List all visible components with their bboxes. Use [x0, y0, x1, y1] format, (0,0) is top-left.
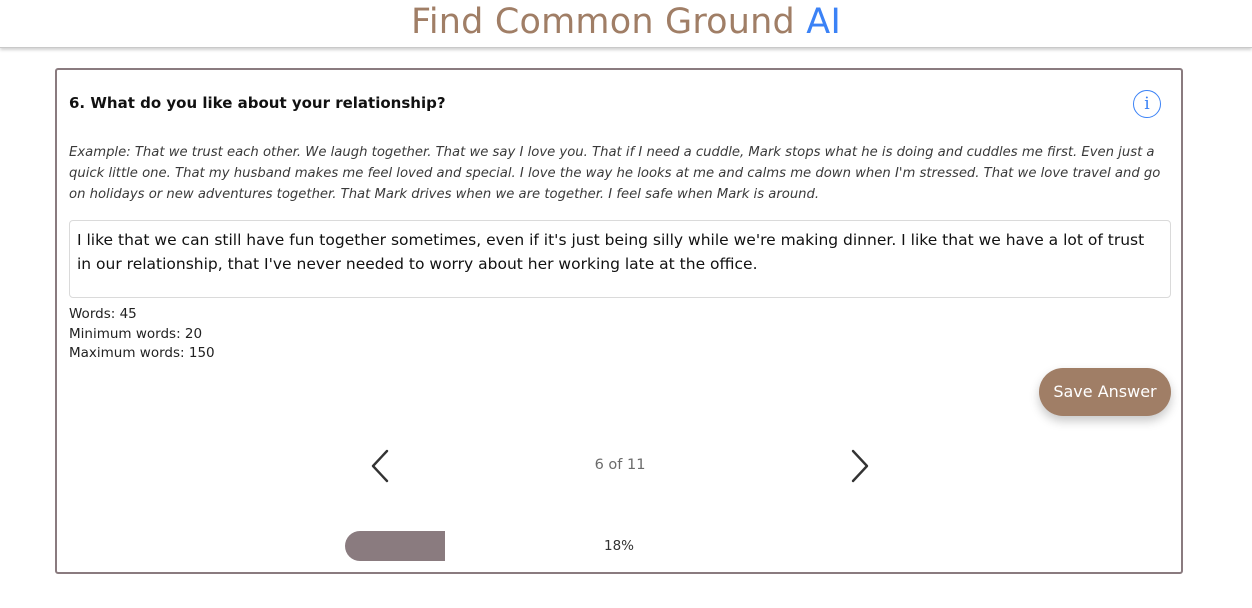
progress-fill [345, 531, 445, 561]
minimum-words: Minimum words: 20 [69, 325, 203, 342]
progress-bar [345, 531, 545, 561]
question-title: 6. What do you like about your relations… [69, 94, 446, 112]
brand-title-ai: AI [806, 2, 841, 42]
answer-textarea[interactable]: I like that we can still have fun togeth… [69, 220, 1171, 298]
info-icon[interactable]: i [1133, 90, 1161, 118]
brand-title-main: Find Common Ground [411, 2, 795, 42]
maximum-words: Maximum words: 150 [69, 345, 215, 361]
app-header: Find Common Ground AI [0, 0, 1252, 48]
chevron-left-icon[interactable] [365, 448, 395, 484]
chevron-right-icon[interactable] [845, 448, 875, 484]
brand-title: Find Common Ground AI [411, 2, 841, 42]
example-text: Example: That we trust each other. We la… [69, 145, 1161, 202]
question-card: 6. What do you like about your relations… [55, 68, 1183, 574]
word-count: Words: 45 [69, 306, 137, 322]
page-indicator: 6 of 11 [594, 457, 646, 473]
progress-label: 18% [603, 538, 634, 554]
word-counts: Words: 45 Minimum words: 20 Maximum word… [69, 305, 215, 364]
save-answer-button[interactable]: Save Answer [1039, 368, 1171, 416]
